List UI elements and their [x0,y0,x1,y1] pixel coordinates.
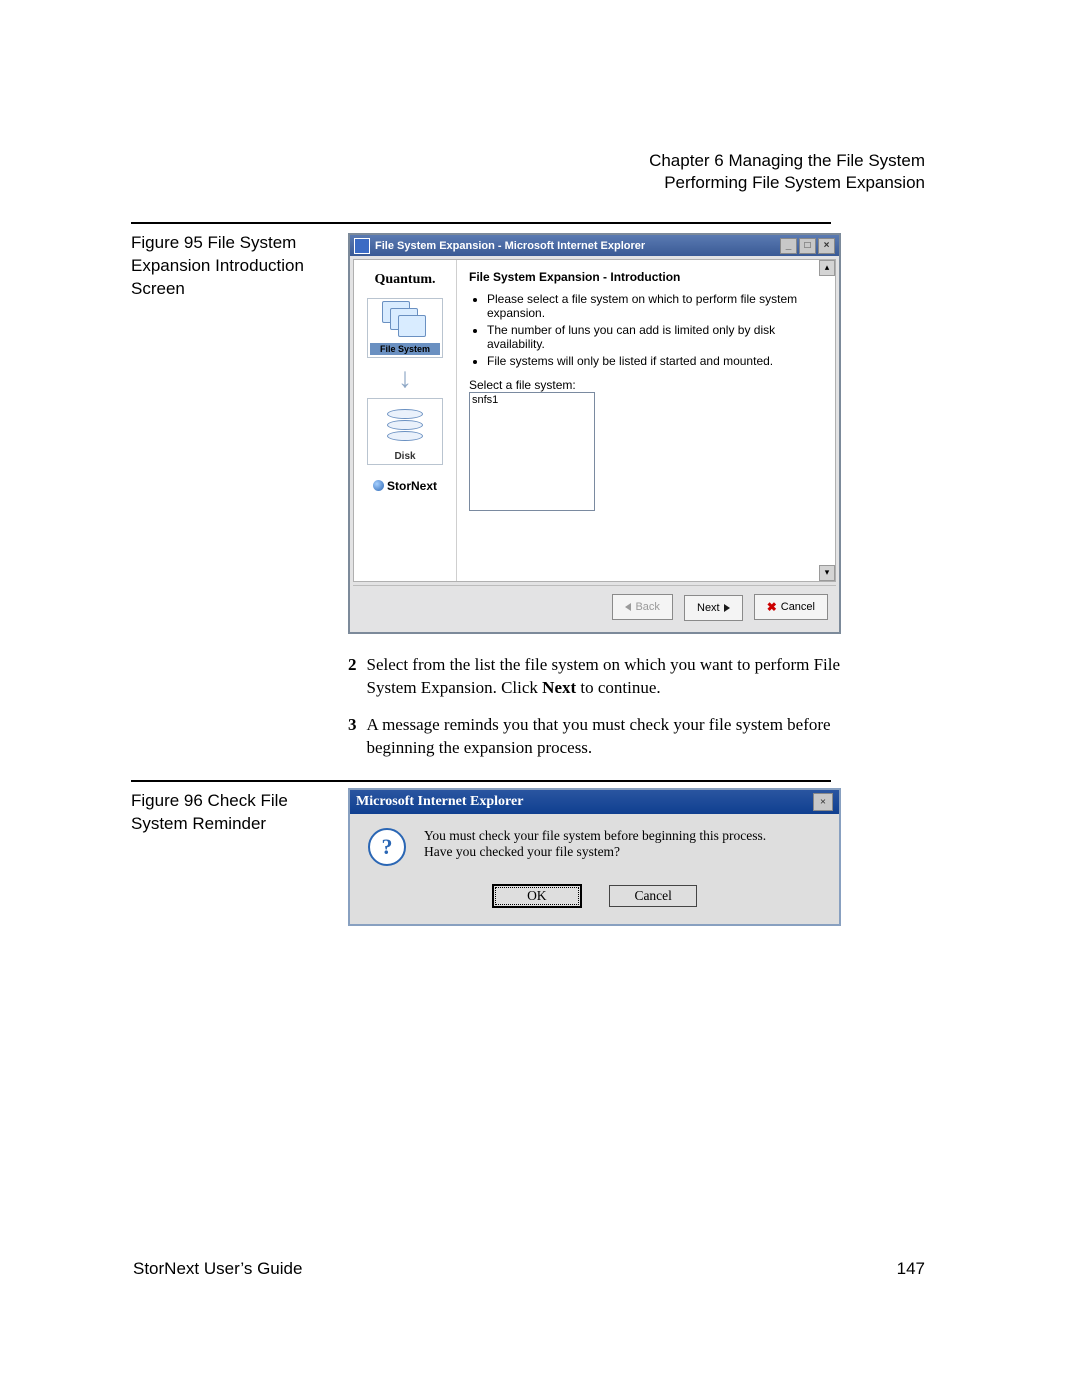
footer-guide: StorNext User’s Guide [133,1259,302,1278]
ok-button[interactable]: OK [492,884,582,908]
bullet-3: File systems will only be listed if star… [487,354,823,368]
bullet-2: The number of luns you can add is limite… [487,323,823,351]
minimize-button[interactable]: _ [780,238,797,254]
stornext-logo: StorNext [359,479,451,493]
close-button[interactable]: × [818,238,835,254]
disk-graphic: Disk [367,398,443,465]
back-button: Back [612,594,672,620]
msgbox-titlebar: Microsoft Internet Explorer × [350,790,839,814]
scroll-up-icon[interactable]: ▴ [819,260,835,276]
wizard-sidebar: Quantum. File System ↓ [354,260,457,581]
stornext-globe-icon [373,480,384,491]
msgbox-buttons: OK Cancel [368,884,821,908]
step3-text: A message reminds you that you must chec… [367,714,842,760]
msgbox-title-text: Microsoft Internet Explorer [356,794,523,810]
ie-window: File System Expansion - Microsoft Intern… [348,233,841,634]
ie-body: ▴ ▾ Quantum. File System ↓ [353,259,836,582]
next-arrow-icon [724,604,730,612]
maximize-button[interactable]: □ [799,238,816,254]
figure95-caption: Figure 95 File System Expansion Introduc… [131,232,326,301]
footer-page-number: 147 [897,1259,925,1279]
step3-num: 3 [348,714,357,760]
cancel-x-icon: ✖ [767,600,777,614]
wizard-button-bar: Back Next ✖ Cancel [353,585,836,629]
bullet-1: Please select a file system on which to … [487,292,823,320]
step-list: 2 Select from the list the file system o… [348,654,841,760]
list-option-1[interactable]: snfs1 [472,394,592,406]
cancel-button[interactable]: ✖ Cancel [754,594,828,620]
filesystem-graphic: File System [367,298,443,358]
step2-text: Select from the list the file system on … [367,654,842,700]
figure96-caption: Figure 96 Check File System Reminder [131,790,326,836]
disk-label: Disk [370,451,440,462]
scroll-down-icon[interactable]: ▾ [819,565,835,581]
message-box: Microsoft Internet Explorer × ? You must… [348,788,841,926]
msgbox-cancel-button[interactable]: Cancel [609,885,697,907]
arrow-down-icon: ↓ [359,364,451,392]
page-header: Chapter 6 Managing the File System Perfo… [649,150,925,194]
quantum-logo: Quantum. [359,272,451,288]
wizard-heading: File System Expansion - Introduction [469,270,823,284]
msgbox-close-button[interactable]: × [813,793,833,811]
figure96-screenshot: Microsoft Internet Explorer × ? You must… [348,788,841,926]
question-icon: ? [368,828,406,866]
msgbox-body: ? You must check your file system before… [350,814,839,924]
wizard-content: File System Expansion - Introduction Ple… [457,260,835,581]
wizard-bullets: Please select a file system on which to … [469,292,823,368]
figure95-screenshot: File System Expansion - Microsoft Intern… [348,233,841,634]
next-button[interactable]: Next [684,595,743,621]
ie-titlebar: File System Expansion - Microsoft Intern… [350,235,839,256]
filesystem-listbox[interactable]: snfs1 [469,392,595,511]
rule-above-fig1 [131,222,831,224]
page-footer: StorNext User’s Guide 147 [133,1259,925,1279]
window-controls: _ □ × [780,238,835,254]
back-arrow-icon [625,603,631,611]
select-label: Select a file system: [469,378,823,392]
ie-title-text: File System Expansion - Microsoft Intern… [375,240,645,252]
filesystem-label: File System [370,343,440,355]
chapter-line: Chapter 6 Managing the File System [649,150,925,172]
rule-above-fig2 [131,780,831,782]
step2-num: 2 [348,654,357,700]
section-line: Performing File System Expansion [649,172,925,194]
msgbox-text: You must check your file system before b… [424,828,766,860]
ie-app-icon [354,238,370,254]
